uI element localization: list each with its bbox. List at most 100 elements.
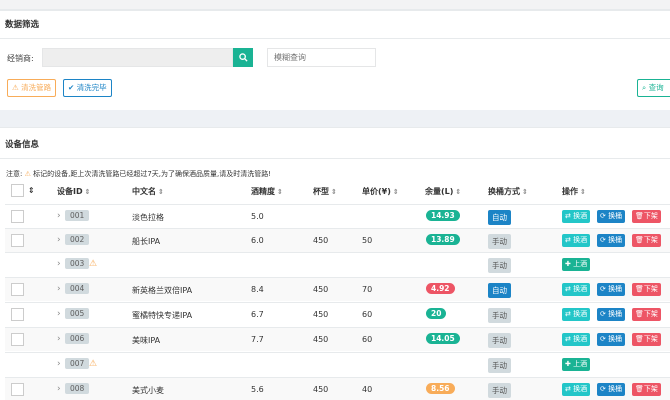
col-name-label: 中文名 (132, 187, 156, 196)
swap-wine-label: 换酒 (573, 212, 588, 220)
col-header-abv[interactable]: 酒精度 ⇕ (251, 186, 283, 197)
swap-wine-button[interactable]: ⇄ 换酒 (562, 283, 591, 296)
table-row: › 002 船长IPA 6.0 450 50 13.89 手动 ⇄ 换酒 ⟳ 换… (5, 228, 670, 252)
off-shelf-button[interactable]: 🗑下架 (632, 308, 661, 321)
swap-wine-label: 换酒 (573, 310, 588, 318)
chevron-right-icon[interactable]: › (57, 359, 61, 369)
on-shelf-button[interactable]: ✚ 上酒 (562, 358, 591, 371)
chevron-right-icon[interactable]: › (57, 384, 61, 394)
device-id-badge: 006 (65, 333, 90, 344)
exchange-icon: ⇄ (565, 310, 571, 318)
col-mode-label: 换桶方式 (488, 187, 520, 196)
off-shelf-label: 下架 (643, 335, 658, 343)
dealer-search-button[interactable] (233, 48, 253, 67)
sort-icon: ⇕ (392, 188, 399, 196)
on-shelf-button[interactable]: ✚ 上酒 (562, 258, 591, 271)
refresh-icon: ⟳ (600, 385, 606, 393)
chevron-right-icon[interactable]: › (57, 334, 61, 344)
sort-icon: ⇕ (158, 188, 164, 196)
chevron-right-icon[interactable]: › (57, 211, 61, 221)
swap-barrel-label: 换桶 (608, 385, 623, 393)
remain-badge: 14.05 (426, 333, 460, 344)
remain-badge: 20 (426, 308, 447, 319)
mode-badge: 手动 (488, 234, 511, 249)
swap-wine-button[interactable]: ⇄ 换酒 (562, 333, 591, 346)
row-checkbox[interactable] (11, 210, 24, 223)
swap-barrel-button[interactable]: ⟳ 换桶 (597, 234, 626, 247)
plus-icon: ✚ (565, 360, 571, 368)
off-shelf-button[interactable]: 🗑下架 (632, 210, 661, 223)
chevron-right-icon[interactable]: › (57, 235, 61, 245)
device-id-badge: 001 (65, 210, 90, 221)
trash-icon: 🗑 (635, 236, 644, 244)
sort-icon: ⇕ (455, 188, 462, 196)
select-all-checkbox[interactable] (11, 184, 24, 197)
device-abv: 7.7 (251, 335, 264, 344)
query-button[interactable]: ⌕ 查询 (637, 79, 670, 97)
row-checkbox[interactable] (11, 383, 24, 396)
off-shelf-button[interactable]: 🗑下架 (632, 333, 661, 346)
exchange-icon: ⇄ (565, 385, 571, 393)
clean-done-button[interactable]: ✔ 清洗完毕 (63, 79, 112, 97)
on-shelf-label: 上酒 (573, 360, 588, 368)
fuzzy-search-input[interactable] (267, 48, 376, 67)
trash-icon: 🗑 (635, 212, 644, 220)
swap-wine-button[interactable]: ⇄ 换酒 (562, 210, 591, 223)
warning-icon: ⚠ (12, 83, 19, 92)
col-price-label: 单价(¥) (362, 187, 391, 196)
mode-badge: 手动 (488, 308, 511, 323)
col-header-ops[interactable]: 操作 ⇕ (562, 186, 586, 197)
row-checkbox[interactable] (11, 234, 24, 247)
device-name: 新英格兰双倍IPA (132, 286, 193, 295)
swap-wine-button[interactable]: ⇄ 换酒 (562, 234, 591, 247)
check-icon: ✔ (68, 83, 75, 92)
clean-pipe-button[interactable]: ⚠ 清洗管路 (7, 79, 57, 97)
off-shelf-label: 下架 (643, 385, 658, 393)
swap-barrel-button[interactable]: ⟳ 换桶 (597, 283, 626, 296)
swap-wine-label: 换酒 (573, 385, 588, 393)
divider (0, 158, 670, 159)
device-cup: 450 (313, 310, 329, 319)
col-header-cup[interactable]: 杯型 ⇕ (313, 186, 337, 197)
col-header-price[interactable]: 单价(¥) ⇕ (362, 186, 399, 197)
device-abv: 6.7 (251, 310, 264, 319)
device-title: 设备信息 (5, 140, 40, 150)
device-abv: 8.4 (251, 285, 264, 294)
trash-icon: 🗑 (635, 310, 644, 318)
off-shelf-button[interactable]: 🗑下架 (632, 383, 661, 396)
dealer-field[interactable] (42, 48, 233, 67)
device-id-badge: 005 (65, 308, 90, 319)
chevron-right-icon[interactable]: › (57, 259, 61, 269)
col-header-name[interactable]: 中文名 ⇕ (132, 186, 164, 197)
swap-wine-button[interactable]: ⇄ 换酒 (562, 308, 591, 321)
table-row: › 004 新英格兰双倍IPA 8.4 450 70 4.92 自动 ⇄ 换酒 … (5, 277, 670, 301)
swap-barrel-label: 换桶 (608, 335, 623, 343)
sort-icon: ⇕ (522, 188, 528, 196)
col-remain-label: 余量(L) (425, 187, 454, 196)
dealer-label: 经销商: (7, 54, 34, 63)
col-header-id[interactable]: 设备ID ⇕ (57, 186, 91, 197)
device-cup: 450 (313, 335, 329, 344)
sort-icon[interactable]: ⇕ (28, 186, 35, 195)
swap-barrel-button[interactable]: ⟳ 换桶 (597, 333, 626, 346)
swap-barrel-button[interactable]: ⟳ 换桶 (597, 210, 626, 223)
row-checkbox[interactable] (11, 283, 24, 296)
remain-badge: 4.92 (426, 283, 455, 294)
chevron-right-icon[interactable]: › (57, 309, 61, 319)
chevron-right-icon[interactable]: › (57, 284, 61, 294)
off-shelf-label: 下架 (643, 236, 658, 244)
row-checkbox[interactable] (11, 308, 24, 321)
table-row: › 007 ⚠ 手动 ✚ 上酒 (5, 352, 670, 376)
col-header-remain[interactable]: 余量(L) ⇕ (425, 186, 461, 197)
swap-barrel-button[interactable]: ⟳ 换桶 (597, 308, 626, 321)
off-shelf-button[interactable]: 🗑下架 (632, 283, 661, 296)
swap-wine-button[interactable]: ⇄ 换酒 (562, 383, 591, 396)
off-shelf-button[interactable]: 🗑下架 (632, 234, 661, 247)
device-id-badge: 004 (65, 283, 90, 294)
swap-barrel-button[interactable]: ⟳ 换桶 (597, 383, 626, 396)
plus-icon: ✚ (565, 260, 571, 268)
row-checkbox[interactable] (11, 333, 24, 346)
exchange-icon: ⇄ (565, 212, 571, 220)
col-header-mode[interactable]: 换桶方式 ⇕ (488, 186, 528, 197)
table-row: › 006 美味IPA 7.7 450 60 14.05 手动 ⇄ 换酒 ⟳ 换… (5, 327, 670, 351)
